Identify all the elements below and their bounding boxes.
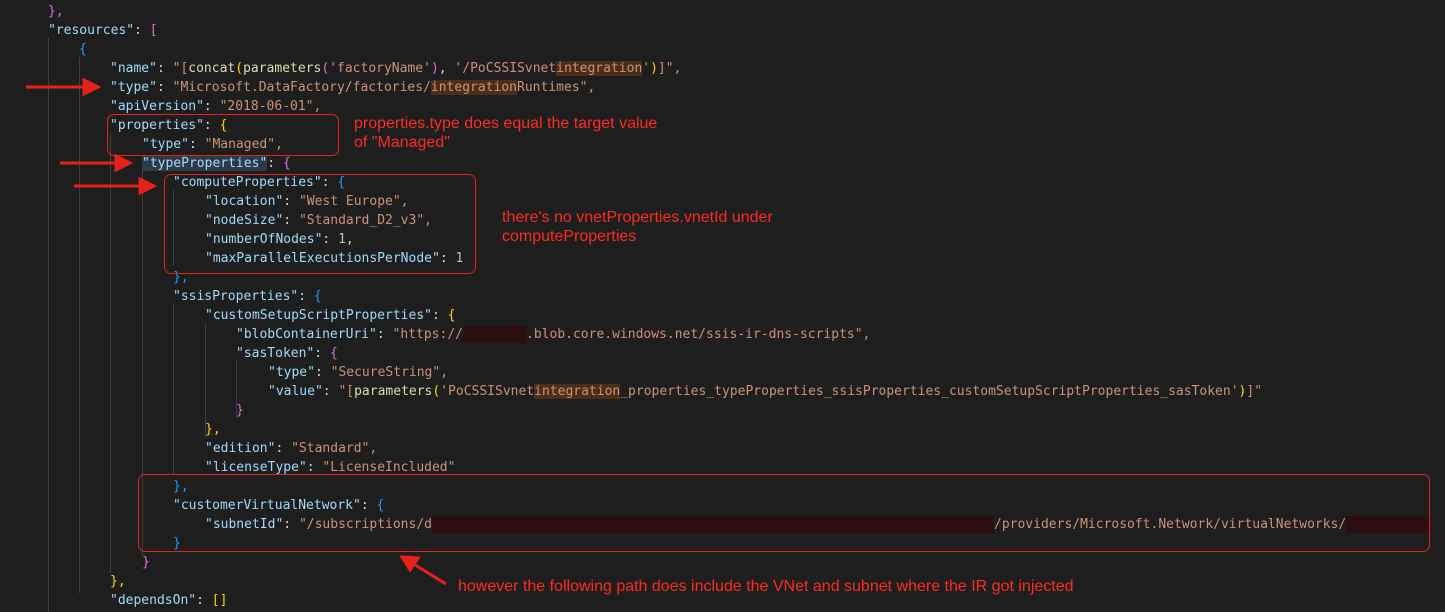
arrow-head-icon <box>82 77 102 97</box>
arrow-up-left-icon <box>411 561 447 586</box>
arrow-head-icon <box>399 555 421 573</box>
arrow-head-icon <box>114 153 134 173</box>
arrow-head-icon <box>138 176 158 196</box>
code-editor[interactable]: }, "resources": [ { "name": "[concat(par… <box>0 0 1445 612</box>
annotation-arrows <box>26 77 447 586</box>
